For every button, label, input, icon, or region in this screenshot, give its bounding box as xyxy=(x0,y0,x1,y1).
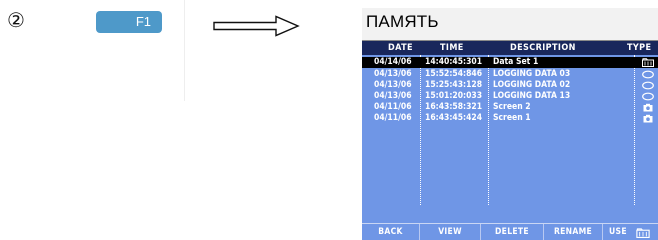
row-date: 04/11/06 xyxy=(374,113,412,123)
use-label: USE xyxy=(609,227,627,237)
table-row[interactable]: 04/13/06 15:01:20:033 LOGGING DATA 13 xyxy=(362,91,658,102)
row-time: 15:52:54:846 xyxy=(425,69,483,79)
memory-screen: ПАМЯТЬ DATE TIME DESCRIPTION TYPE 04/14/… xyxy=(362,8,658,240)
back-softkey[interactable]: BACK xyxy=(362,224,420,240)
rename-softkey[interactable]: RENAME xyxy=(544,224,603,240)
logging-icon xyxy=(642,81,654,90)
row-time: 16:43:45:424 xyxy=(425,113,483,123)
column-description: DESCRIPTION xyxy=(510,43,576,53)
use-softkey[interactable]: USE xyxy=(603,224,658,240)
row-date: 04/13/06 xyxy=(374,80,412,90)
table-header: DATE TIME DESCRIPTION TYPE xyxy=(362,41,658,55)
screen-title: ПАМЯТЬ xyxy=(366,12,439,31)
logging-icon xyxy=(642,92,654,101)
row-description: LOGGING DATA 03 xyxy=(493,69,571,79)
folder-icon xyxy=(636,228,650,238)
view-softkey[interactable]: VIEW xyxy=(420,224,481,240)
vertical-divider xyxy=(184,0,185,101)
row-date: 04/11/06 xyxy=(374,102,412,112)
column-date: DATE xyxy=(388,43,413,53)
step-number: ② xyxy=(7,8,25,32)
table-row[interactable]: 04/11/06 16:43:45:424 Screen 1 xyxy=(362,113,658,124)
screen-title-bar: ПАМЯТЬ xyxy=(362,8,658,41)
logging-icon xyxy=(642,70,654,79)
file-table: 04/14/06 14:40:45:301 Data Set 1 04/13/0… xyxy=(362,55,658,223)
row-time: 15:01:20:033 xyxy=(425,91,483,101)
column-type: TYPE xyxy=(627,43,652,53)
row-description: Data Set 1 xyxy=(493,57,539,67)
softkey-bar: BACK VIEW DELETE RENAME USE xyxy=(362,223,658,240)
row-description: LOGGING DATA 13 xyxy=(493,91,571,101)
row-time: 16:43:58:321 xyxy=(425,102,483,112)
f1-key-button[interactable]: F1 xyxy=(96,11,162,33)
right-arrow-icon xyxy=(213,15,300,37)
row-time: 14:40:45:301 xyxy=(425,57,483,67)
row-date: 04/13/06 xyxy=(374,69,412,79)
row-date: 04/14/06 xyxy=(374,57,412,67)
folder-icon xyxy=(642,58,654,67)
row-time: 15:25:43:128 xyxy=(425,80,483,90)
row-date: 04/13/06 xyxy=(374,91,412,101)
column-time: TIME xyxy=(440,43,464,53)
row-description: Screen 2 xyxy=(493,102,531,112)
table-row[interactable]: 04/11/06 16:43:58:321 Screen 2 xyxy=(362,102,658,113)
table-row[interactable]: 04/13/06 15:25:43:128 LOGGING DATA 02 xyxy=(362,80,658,91)
table-row[interactable]: 04/14/06 14:40:45:301 Data Set 1 xyxy=(362,57,658,68)
table-row[interactable]: 04/13/06 15:52:54:846 LOGGING DATA 03 xyxy=(362,69,658,80)
row-description: Screen 1 xyxy=(493,113,531,123)
row-description: LOGGING DATA 02 xyxy=(493,80,571,90)
delete-softkey[interactable]: DELETE xyxy=(481,224,544,240)
camera-icon xyxy=(643,114,653,123)
camera-icon xyxy=(643,103,653,112)
